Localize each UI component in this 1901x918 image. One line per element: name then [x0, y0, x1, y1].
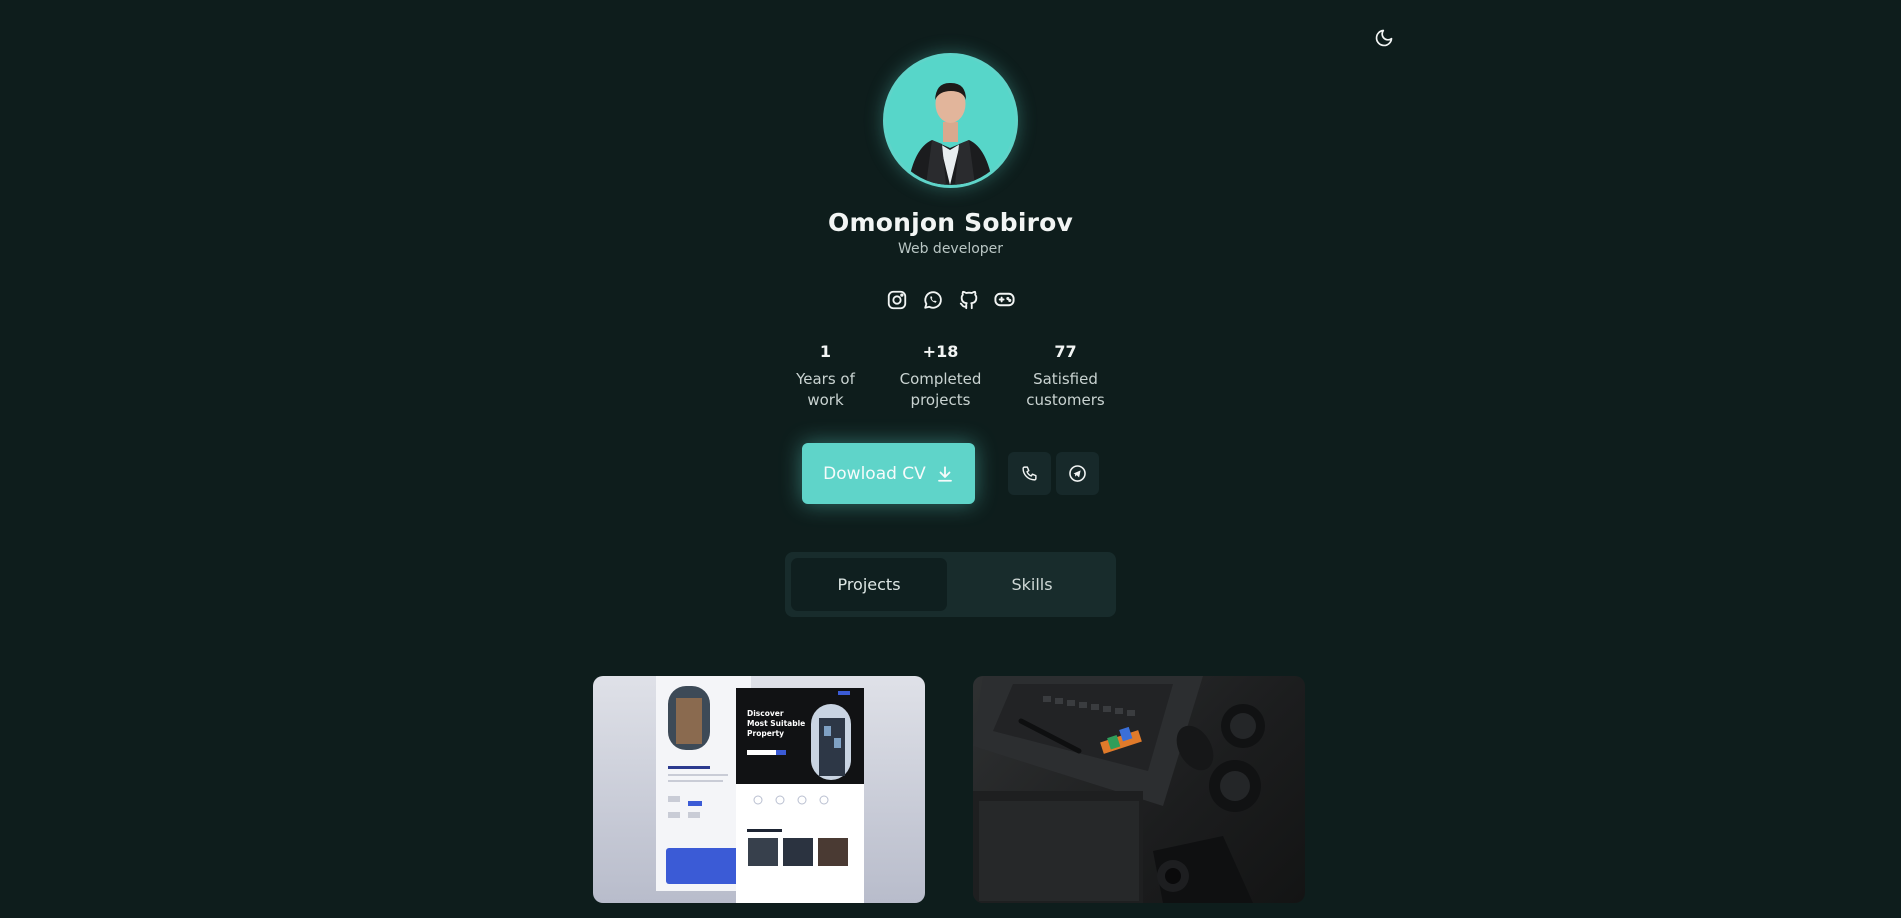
- profile-section: Omonjon Sobirov Web developer 1 Years of…: [0, 0, 1901, 617]
- action-row: Dowload CV: [802, 443, 1099, 504]
- stat-years: 1 Years of work: [773, 342, 878, 411]
- phone-button[interactable]: [1008, 452, 1051, 495]
- telegram-icon: [1069, 465, 1086, 482]
- tab-projects[interactable]: Projects: [791, 558, 947, 611]
- stat-value: 1: [819, 342, 832, 361]
- mockup-headline-1: Discover: [747, 709, 784, 718]
- profile-name: Omonjon Sobirov: [828, 208, 1073, 237]
- whatsapp-link[interactable]: [920, 287, 945, 312]
- project-thumbnail: [973, 676, 1265, 903]
- instagram-link[interactable]: [884, 287, 909, 312]
- github-link[interactable]: [956, 287, 981, 312]
- tab-skills[interactable]: Skills: [954, 558, 1110, 611]
- github-icon: [959, 290, 977, 309]
- stat-value: +18: [922, 342, 959, 361]
- project-thumbnail: Discover Most Suitable Property: [656, 676, 864, 903]
- phone-icon: [1022, 466, 1037, 481]
- stat-value: 77: [1054, 342, 1077, 361]
- gamepad-icon: [994, 292, 1015, 307]
- avatar: [883, 53, 1018, 188]
- telegram-button[interactable]: [1056, 452, 1099, 495]
- download-icon: [937, 465, 952, 482]
- stat-projects: +18 Completed projects: [878, 342, 1003, 411]
- stat-label: Completed projects: [899, 370, 982, 409]
- social-links: [884, 287, 1017, 312]
- project-card[interactable]: Discover Most Suitable Property: [593, 676, 925, 903]
- instagram-icon: [887, 290, 906, 309]
- tab-bar: Projects Skills: [785, 552, 1116, 617]
- stat-label: Years of work: [796, 370, 855, 409]
- stat-label: Satisfied customers: [1026, 370, 1105, 409]
- profile-role: Web developer: [897, 241, 1004, 257]
- game-link[interactable]: [992, 287, 1017, 312]
- project-card[interactable]: [973, 676, 1305, 903]
- whatsapp-icon: [923, 290, 942, 309]
- mockup-headline-3: Property: [747, 729, 784, 738]
- stat-customers: 77 Satisfied customers: [1003, 342, 1128, 411]
- stats-row: 1 Years of work +18 Completed projects 77 …: [773, 342, 1128, 411]
- download-cv-button[interactable]: Dowload CV: [802, 443, 975, 504]
- mockup-headline-2: Most Suitable: [747, 719, 805, 728]
- download-cv-label: Dowload CV: [823, 463, 926, 484]
